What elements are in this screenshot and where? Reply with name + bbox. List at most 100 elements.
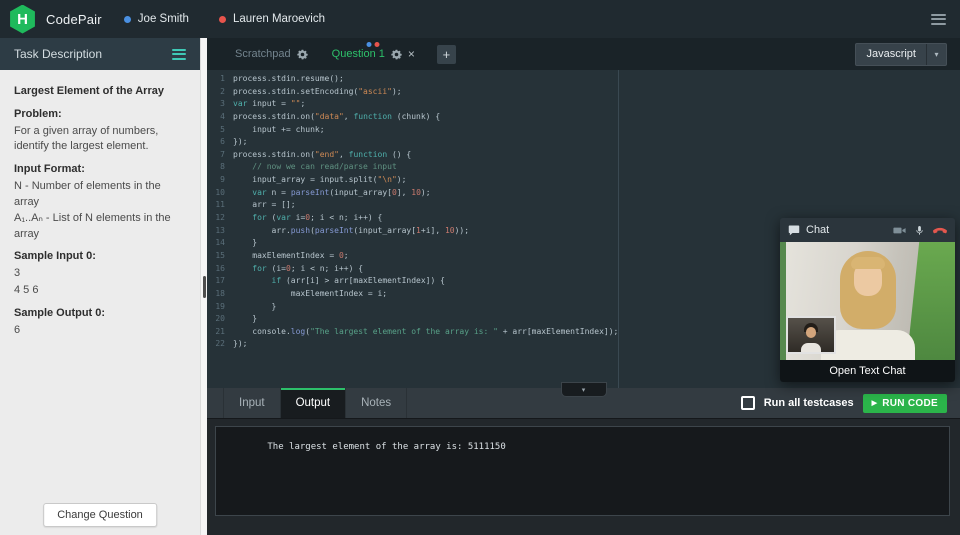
- task-text: For a given array of numbers, identify t…: [14, 124, 186, 155]
- code-text: process.stdin.setEncoding("ascii");: [233, 86, 402, 99]
- presence-dot: [367, 42, 372, 47]
- presence-dot: [375, 42, 380, 47]
- console-tab-input[interactable]: Input: [223, 388, 281, 418]
- self-video-preview: [786, 316, 836, 354]
- tab-scratchpad[interactable]: Scratchpad: [223, 38, 320, 70]
- participant: Joe Smith: [124, 13, 189, 25]
- code-text: // now we can read/parse input: [233, 161, 397, 174]
- remote-video-feed: [780, 242, 955, 360]
- task-section-heading: Problem:: [14, 107, 186, 123]
- open-text-chat-button[interactable]: Open Text Chat: [780, 360, 955, 382]
- chevron-down-icon[interactable]: ▾: [926, 44, 946, 65]
- codepair-app: H CodePair Joe SmithLauren Maroevich Tas…: [0, 0, 960, 535]
- code-text: }: [233, 237, 257, 250]
- chat-bubble-icon: [788, 224, 800, 236]
- line-number: 15: [207, 250, 233, 263]
- remote-person-hair: [851, 257, 885, 269]
- line-number: 1: [207, 73, 233, 86]
- close-icon[interactable]: ×: [408, 48, 415, 60]
- resize-handle[interactable]: [203, 276, 206, 298]
- task-sidebar-title: Task Description: [14, 47, 102, 61]
- task-text: N - Number of elements in the array: [14, 179, 186, 210]
- line-number: 12: [207, 212, 233, 225]
- videocam-icon[interactable]: [893, 224, 906, 237]
- run-all-testcases-checkbox[interactable]: [741, 396, 755, 410]
- participants: Joe SmithLauren Maroevich: [124, 13, 325, 25]
- gear-icon[interactable]: [391, 49, 402, 60]
- editor-tab-bar: ScratchpadQuestion 1× + Javascript ▾: [207, 38, 960, 70]
- line-number: 8: [207, 161, 233, 174]
- console-panel: ▾ InputOutputNotes Run all testcases ▶ R…: [207, 388, 960, 535]
- console-output: The largest element of the array is: 511…: [215, 426, 950, 516]
- change-question-button[interactable]: Change Question: [43, 503, 157, 527]
- code-text: input += chunk;: [233, 124, 325, 137]
- code-line: 4process.stdin.on("data", function (chun…: [207, 111, 960, 124]
- code-line: 9 input_array = input.split("\n");: [207, 174, 960, 187]
- code-line: 1process.stdin.resume();: [207, 73, 960, 86]
- code-line: 5 input += chunk;: [207, 124, 960, 137]
- gear-icon[interactable]: [297, 49, 308, 60]
- run-code-button[interactable]: ▶ RUN CODE: [863, 394, 947, 413]
- code-text: maxElementIndex = i;: [233, 288, 387, 301]
- editor-tabs: ScratchpadQuestion 1×: [223, 38, 427, 70]
- line-number: 18: [207, 288, 233, 301]
- code-text: });: [233, 338, 247, 351]
- console-tab-notes[interactable]: Notes: [346, 388, 407, 418]
- presence-dot: [124, 16, 131, 23]
- top-bar: H CodePair Joe SmithLauren Maroevich: [0, 0, 960, 38]
- task-text: 3: [14, 266, 186, 282]
- sidebar-hamburger-icon[interactable]: [172, 49, 186, 60]
- task-title: Largest Element of the Array: [14, 84, 186, 100]
- code-text: input_array = input.split("\n");: [233, 174, 406, 187]
- code-text: }: [233, 313, 257, 326]
- console-tabs: InputOutputNotes: [223, 388, 407, 418]
- language-button[interactable]: Javascript: [856, 44, 926, 65]
- line-number: 20: [207, 313, 233, 326]
- mic-icon[interactable]: [914, 225, 925, 236]
- console-tab-output[interactable]: Output: [281, 388, 347, 418]
- self-person-face: [806, 327, 816, 338]
- line-number: 19: [207, 301, 233, 314]
- task-section-heading: Sample Input 0:: [14, 249, 186, 265]
- line-number: 3: [207, 98, 233, 111]
- video-chat-header: Chat: [780, 218, 955, 242]
- code-text: arr = [];: [233, 199, 296, 212]
- phone-hangup-icon[interactable]: [933, 223, 947, 237]
- self-person-shirt: [801, 343, 821, 352]
- add-tab-button[interactable]: +: [437, 45, 456, 64]
- collapse-console-button[interactable]: ▾: [561, 382, 607, 397]
- line-number: 7: [207, 149, 233, 162]
- line-number: 10: [207, 187, 233, 200]
- code-text: process.stdin.resume();: [233, 73, 344, 86]
- tab-question-1[interactable]: Question 1×: [320, 38, 427, 70]
- line-number: 14: [207, 237, 233, 250]
- line-number: 11: [207, 199, 233, 212]
- code-line: 8 // now we can read/parse input: [207, 161, 960, 174]
- line-number: 22: [207, 338, 233, 351]
- run-code-label: RUN CODE: [882, 398, 938, 409]
- code-text: });: [233, 136, 247, 149]
- line-number: 13: [207, 225, 233, 238]
- app-title: CodePair: [46, 12, 102, 27]
- code-text: var n = parseInt(input_array[0], 10);: [233, 187, 431, 200]
- presence-dot: [219, 16, 226, 23]
- task-section-heading: Sample Output 0:: [14, 306, 186, 322]
- hamburger-menu-icon[interactable]: [931, 14, 946, 25]
- run-controls: Run all testcases ▶ RUN CODE: [741, 388, 960, 418]
- tab-presence-dots: [367, 42, 380, 47]
- line-number: 9: [207, 174, 233, 187]
- sidebar-resize-gutter: [200, 38, 207, 535]
- code-text: for (i=0; i < n; i++) {: [233, 263, 363, 276]
- line-number: 5: [207, 124, 233, 137]
- task-sections: Problem:For a given array of numbers, id…: [14, 107, 186, 338]
- task-text: 4 5 6: [14, 283, 186, 299]
- code-text: arr.push(parseInt(input_array[1+i], 10))…: [233, 225, 469, 238]
- hackerrank-logo: H: [9, 5, 36, 34]
- task-text: 6: [14, 323, 186, 339]
- console-output-text: The largest element of the array is: 511…: [267, 442, 505, 452]
- task-text: A₁..Aₙ - List of N elements in the array: [14, 211, 186, 242]
- code-text: var input = "";: [233, 98, 305, 111]
- code-line: 2process.stdin.setEncoding("ascii");: [207, 86, 960, 99]
- code-text: for (var i=0; i < n; i++) {: [233, 212, 382, 225]
- participant-name: Joe Smith: [138, 13, 189, 25]
